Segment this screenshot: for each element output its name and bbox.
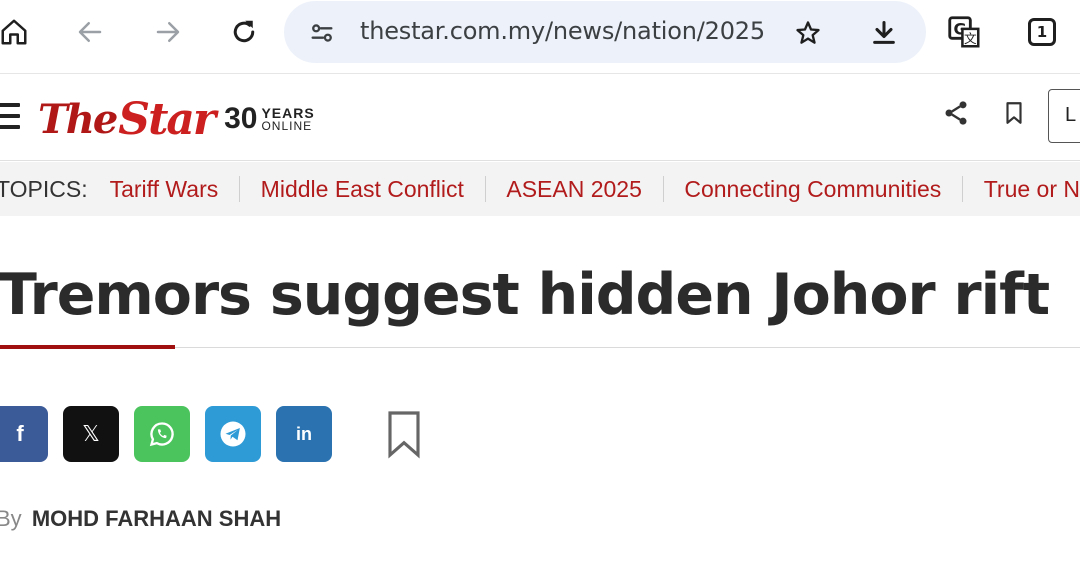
reload-icon[interactable]: [222, 10, 266, 54]
svg-text:文: 文: [964, 31, 977, 46]
logo-star: Star: [118, 93, 216, 145]
star-icon[interactable]: [788, 13, 828, 53]
x-share-button[interactable]: 𝕏: [63, 406, 119, 462]
topic-link[interactable]: Middle East Conflict: [261, 176, 464, 203]
author-link[interactable]: MOHD FARHAAN SHAH: [32, 506, 281, 531]
logo-years-online: YEARS ONLINE: [261, 106, 314, 132]
topic-link[interactable]: Tariff Wars: [110, 176, 219, 203]
byline-prefix: By: [0, 506, 22, 531]
logo-years: YEARS: [261, 105, 315, 121]
topics-bar: TOPICS: Tariff Wars Middle East Conflict…: [0, 162, 1080, 216]
share-icon[interactable]: [938, 95, 974, 131]
topic-link[interactable]: True or N: [984, 176, 1080, 203]
whatsapp-icon: [149, 422, 174, 447]
site-logo[interactable]: The Star 30 YEARS ONLINE: [38, 89, 315, 149]
bookmark-icon: [388, 411, 420, 459]
menu-icon[interactable]: [0, 103, 20, 133]
byline: By MOHD FARHAAN SHAH: [0, 506, 281, 532]
login-button[interactable]: L: [1048, 89, 1080, 143]
back-icon[interactable]: [68, 10, 112, 54]
headline-accent-bar: [0, 345, 175, 349]
forward-icon[interactable]: [146, 10, 190, 54]
address-bar[interactable]: thestar.com.my/news/nation/2025: [284, 1, 926, 63]
save-article-button[interactable]: [376, 406, 432, 462]
url-text[interactable]: thestar.com.my/news/nation/2025: [360, 17, 765, 45]
tab-count: 1: [1028, 18, 1056, 46]
bookmark-icon[interactable]: [996, 95, 1032, 131]
topic-link[interactable]: Connecting Communities: [684, 176, 941, 203]
site-header: The Star 30 YEARS ONLINE L: [0, 75, 1080, 161]
x-icon: 𝕏: [82, 421, 100, 446]
whatsapp-share-button[interactable]: [134, 406, 190, 462]
logo-online: ONLINE: [261, 119, 313, 133]
tab-switcher-icon[interactable]: 1: [1020, 10, 1064, 54]
logo-30: 30: [224, 102, 258, 135]
topics-label: TOPICS:: [0, 175, 88, 202]
download-icon[interactable]: [864, 13, 904, 53]
home-icon[interactable]: [0, 10, 36, 54]
topic-link[interactable]: ASEAN 2025: [506, 176, 642, 203]
translate-icon[interactable]: G文: [942, 10, 986, 54]
facebook-share-button[interactable]: f: [0, 406, 48, 462]
facebook-icon: f: [16, 421, 24, 446]
site-settings-icon[interactable]: [302, 13, 342, 53]
logo-the: The: [38, 95, 118, 143]
browser-toolbar: thestar.com.my/news/nation/2025 G文 1: [0, 0, 1080, 74]
telegram-share-button[interactable]: [205, 406, 261, 462]
article-headline: Tremors suggest hidden Johor rift: [0, 262, 1050, 328]
linkedin-share-button[interactable]: in: [276, 406, 332, 462]
telegram-icon: [220, 421, 246, 447]
linkedin-icon: in: [296, 423, 312, 444]
